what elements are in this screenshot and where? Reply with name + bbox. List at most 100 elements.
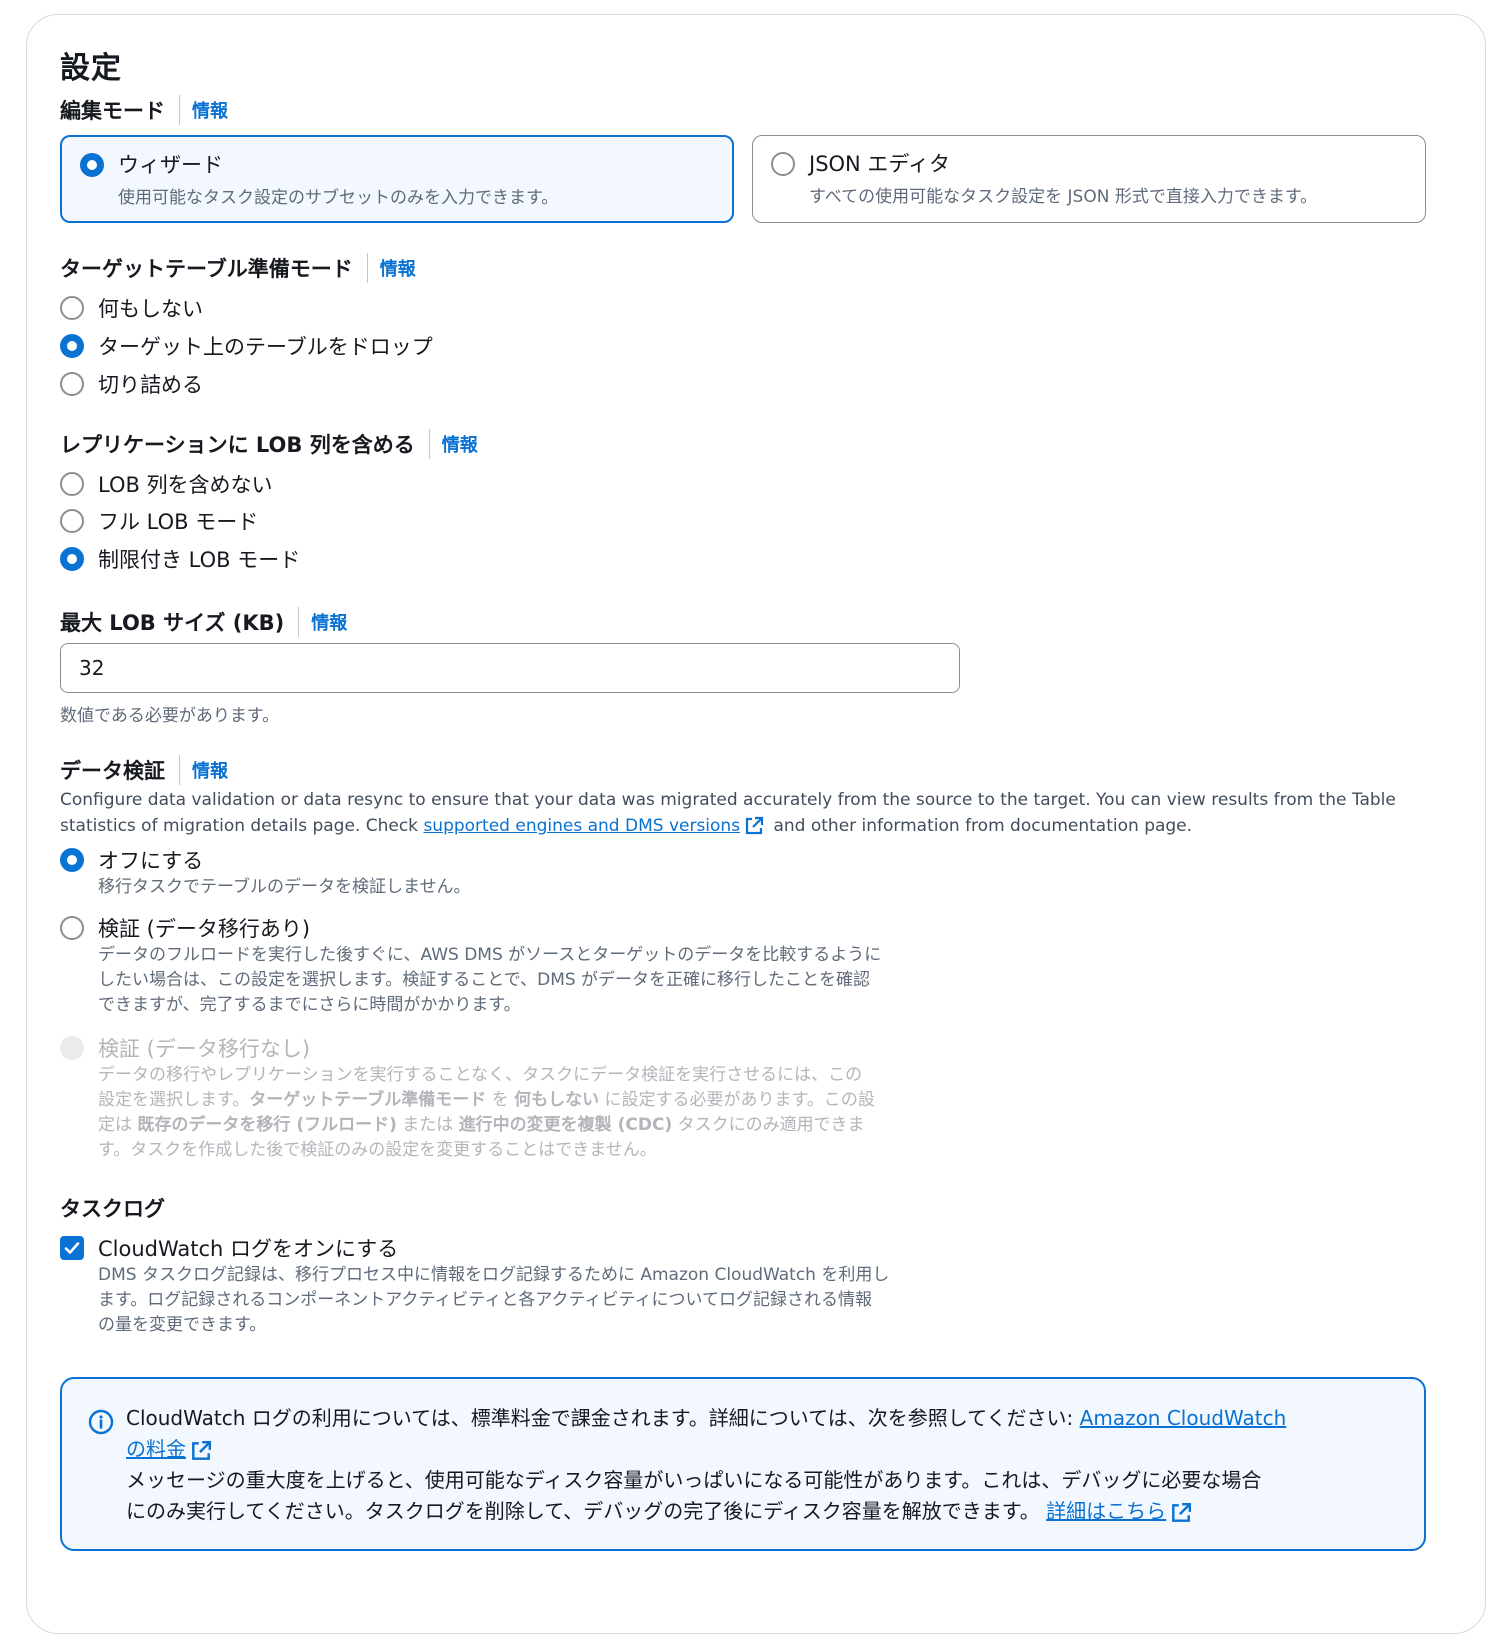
radio-dont-include-lob[interactable]: [60, 472, 84, 496]
validation-info-link[interactable]: 情報: [192, 757, 228, 783]
bold-text: 進行中の変更を複製 (CDC): [458, 1115, 673, 1135]
option-label: 切り詰める: [98, 373, 203, 397]
text: にのみ実行してください。タスクログを削除して、デバッグの完了後にディスク容量を解…: [126, 1499, 1047, 1523]
check-icon: [64, 1242, 80, 1254]
description-line: データの移行やレプリケーションを実行することなく、タスクにデータ検証を実行させる…: [98, 1065, 863, 1085]
max-lob-info-link[interactable]: 情報: [311, 609, 347, 635]
text: または: [396, 1115, 459, 1135]
validation-with-migration-description: データのフルロードを実行した後すぐに、AWS DMS がソースとターゲットのデー…: [98, 943, 978, 1018]
alert-line: にのみ実行してください。タスクログを削除して、デバッグの完了後にディスク容量を解…: [126, 1496, 1406, 1527]
radio-drop-tables[interactable]: [60, 334, 84, 358]
divider: [366, 253, 368, 283]
max-lob-size-input[interactable]: 32: [60, 643, 960, 693]
radio-wizard[interactable]: [80, 153, 104, 177]
description-line: データのフルロードを実行した後すぐに、AWS DMS がソースとターゲットのデー…: [98, 945, 882, 965]
description-line: したい場合は、この設定を選択します。検証することで、DMS がデータを正確に移行…: [98, 970, 871, 990]
text: を: [486, 1090, 515, 1110]
radio-json-editor[interactable]: [771, 152, 795, 176]
validation-description: Configure data validation or data resync…: [60, 787, 1420, 839]
divider: [298, 607, 300, 637]
tile-json-editor-title: JSON エディタ: [809, 152, 950, 176]
cloudwatch-info-alert: CloudWatch ログの利用については、標準料金で課金されます。詳細について…: [60, 1377, 1426, 1551]
cloudwatch-logs-description: DMS タスクログ記録は、移行プロセス中に情報をログ記録するために Amazon…: [98, 1263, 978, 1338]
description-line: 定は 既存のデータを移行 (フルロード) または 進行中の変更を複製 (CDC)…: [98, 1113, 978, 1138]
lob-label: レプリケーションに LOB 列を含める: [60, 433, 415, 457]
lob-info-link[interactable]: 情報: [442, 431, 478, 457]
text: 定は: [98, 1115, 138, 1135]
validation-off-description: 移行タスクでテーブルのデータを検証しません。: [98, 877, 471, 897]
radio-limited-lob[interactable]: [60, 547, 84, 571]
lob-label-row: レプリケーションに LOB 列を含める 情報: [60, 429, 478, 459]
radio-validation-off[interactable]: [60, 848, 84, 872]
target-prep-option-do-nothing[interactable]: 何もしない: [60, 293, 203, 323]
validation-desc-text: and other information from documentation…: [768, 816, 1193, 836]
bold-text: ターゲットテーブル準備モード: [249, 1090, 487, 1110]
radio-do-nothing[interactable]: [60, 296, 84, 320]
alert-text: CloudWatch ログの利用については、標準料金で課金されます。詳細について…: [126, 1403, 1406, 1527]
description-line: の量を変更できます。: [98, 1315, 267, 1335]
lob-option-limited[interactable]: 制限付き LOB モード: [60, 544, 300, 574]
settings-card: 設定 編集モード 情報 ウィザード 使用可能なタスク設定のサブセットのみを入力で…: [26, 14, 1486, 1634]
divider: [179, 755, 180, 785]
alert-line: メッセージの重大度を上げると、使用可能なディスク容量がいっぱいになる可能性があり…: [126, 1468, 1262, 1492]
tile-wizard-title: ウィザード: [118, 153, 223, 177]
target-prep-option-truncate[interactable]: 切り詰める: [60, 369, 203, 399]
external-link-icon: [1172, 1502, 1192, 1522]
max-lob-constraint-text: 数値である必要があります。: [60, 706, 280, 726]
text: に設定する必要があります。この設: [599, 1090, 875, 1110]
external-link-icon: [192, 1440, 212, 1460]
validation-option-with-migration[interactable]: 検証 (データ移行あり): [60, 913, 310, 943]
option-label: ターゲット上のテーブルをドロップ: [98, 335, 433, 359]
cloudwatch-pricing-link[interactable]: Amazon CloudWatch: [1080, 1406, 1287, 1430]
edit-mode-label: 編集モード: [60, 99, 165, 123]
task-log-label-row: タスクログ: [60, 1193, 165, 1223]
option-label: 何もしない: [98, 297, 203, 321]
tile-wizard[interactable]: ウィザード 使用可能なタスク設定のサブセットのみを入力できます。: [60, 135, 734, 223]
option-label: 制限付き LOB モード: [98, 548, 301, 572]
info-circle-icon: [88, 1409, 114, 1435]
validation-label: データ検証: [60, 759, 165, 783]
validation-option-off[interactable]: オフにする: [60, 845, 203, 875]
option-label: LOB 列を含めない: [98, 473, 273, 497]
external-link-icon: [745, 816, 764, 835]
learn-more-link[interactable]: 詳細はこちら: [1046, 1499, 1166, 1523]
description-line: ます。ログ記録されるコンポーネントアクティビティと各アクティビティについてログ記…: [98, 1290, 873, 1310]
bold-text: 既存のデータを移行 (フルロード): [137, 1115, 397, 1135]
divider: [179, 95, 180, 125]
validation-without-migration-description: データの移行やレプリケーションを実行することなく、タスクにデータ検証を実行させる…: [98, 1063, 978, 1163]
tile-json-editor[interactable]: JSON エディタ すべての使用可能なタスク設定を JSON 形式で直接入力でき…: [752, 135, 1426, 223]
radio-full-lob[interactable]: [60, 509, 84, 533]
description-line: できますが、完了するまでにさらに時間がかかります。: [98, 995, 521, 1015]
alert-line: CloudWatch ログの利用については、標準料金で課金されます。詳細について…: [126, 1403, 1406, 1434]
supported-engines-link[interactable]: supported engines and DMS versions: [423, 816, 740, 836]
cloudwatch-pricing-link-cont[interactable]: の料金: [126, 1437, 186, 1461]
max-lob-label-row: 最大 LOB サイズ (KB) 情報: [60, 607, 347, 637]
radio-truncate[interactable]: [60, 372, 84, 396]
option-label: 検証 (データ移行あり): [98, 917, 311, 941]
divider: [428, 429, 430, 459]
cloudwatch-logs-option[interactable]: CloudWatch ログをオンにする: [60, 1233, 398, 1263]
target-prep-option-drop-tables[interactable]: ターゲット上のテーブルをドロップ: [60, 331, 433, 361]
target-prep-info-link[interactable]: 情報: [380, 255, 416, 281]
description-line: 設定を選択します。ターゲットテーブル準備モード を 何もしない に設定する必要が…: [98, 1088, 978, 1113]
text: タスクにのみ適用できま: [672, 1115, 865, 1135]
text: 設定を選択します。: [98, 1090, 250, 1110]
lob-option-dont-include[interactable]: LOB 列を含めない: [60, 469, 273, 499]
radio-validation-with-migration[interactable]: [60, 916, 84, 940]
tile-json-editor-description: すべての使用可能なタスク設定を JSON 形式で直接入力できます。: [809, 187, 1318, 207]
option-label: オフにする: [98, 849, 204, 873]
lob-option-full[interactable]: フル LOB モード: [60, 506, 258, 536]
edit-mode-label-row: 編集モード 情報: [60, 95, 228, 125]
text: CloudWatch ログの利用については、標準料金で課金されます。詳細について…: [126, 1406, 1080, 1430]
max-lob-label: 最大 LOB サイズ (KB): [60, 611, 285, 635]
task-log-label: タスクログ: [60, 1197, 165, 1221]
option-label: CloudWatch ログをオンにする: [98, 1237, 399, 1261]
validation-label-row: データ検証 情報: [60, 755, 228, 785]
alert-line: の料金: [126, 1434, 1406, 1465]
edit-mode-info-link[interactable]: 情報: [192, 97, 228, 123]
target-prep-label: ターゲットテーブル準備モード: [60, 257, 353, 281]
radio-validation-without-migration: [60, 1036, 84, 1060]
tile-wizard-description: 使用可能なタスク設定のサブセットのみを入力できます。: [118, 188, 559, 208]
target-prep-label-row: ターゲットテーブル準備モード 情報: [60, 253, 416, 283]
cloudwatch-logs-checkbox[interactable]: [60, 1236, 84, 1260]
